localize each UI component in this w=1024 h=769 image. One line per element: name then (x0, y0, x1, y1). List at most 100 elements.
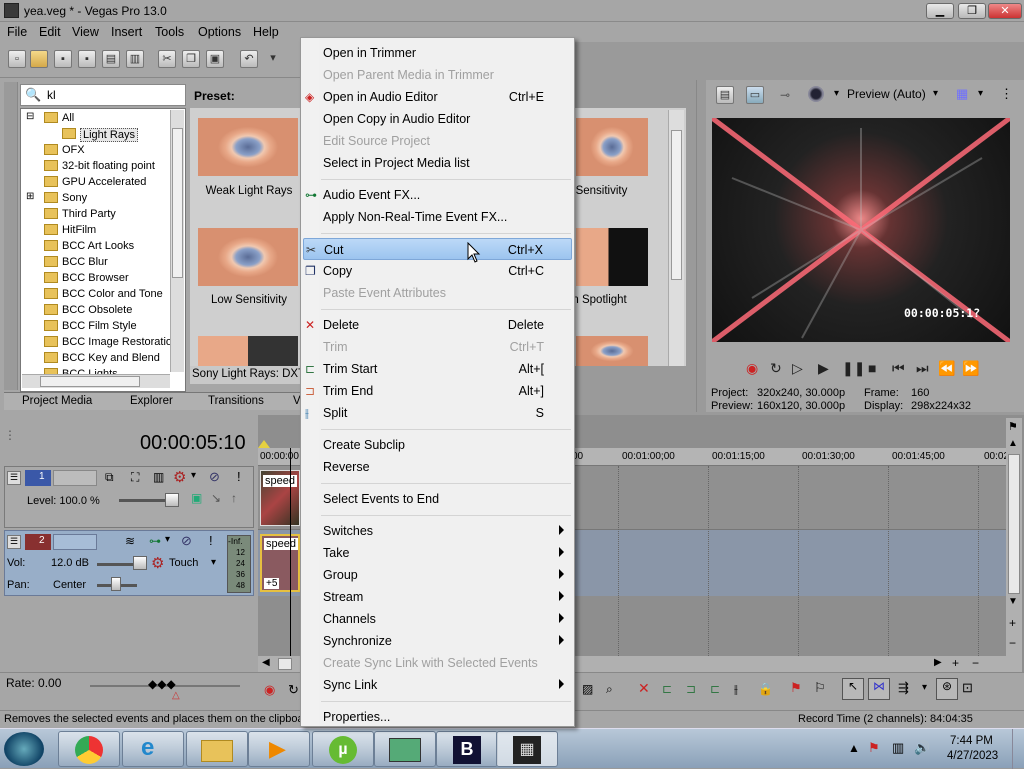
parent-track-icon[interactable]: ▣ (191, 491, 202, 505)
pause-icon[interactable]: ❚❚ (842, 360, 865, 377)
menu-options[interactable]: Options (198, 25, 241, 39)
tab-project-media[interactable]: Project Media (22, 395, 92, 407)
plugin-search-field[interactable]: 🔍 kl (20, 84, 186, 106)
panel-grip[interactable] (4, 82, 18, 390)
delete-tool-icon[interactable]: ✕ (638, 680, 650, 697)
preset-thumb-low-sensitivity[interactable] (198, 228, 298, 286)
automation-mode[interactable]: Touch (169, 557, 198, 569)
taskbar-app-icon[interactable] (374, 731, 436, 767)
timeline-loop-icon[interactable]: ↻ (288, 682, 299, 698)
undo-dropdown-icon[interactable]: ▾ (264, 50, 282, 68)
zoom-in-time-icon[interactable]: + (952, 656, 959, 670)
close-button[interactable]: ✕ (988, 3, 1022, 19)
menu-item-open-in-trimmer[interactable]: Open in Trimmer (303, 42, 572, 64)
tray-show-hidden-icon[interactable]: ▲ (848, 741, 860, 755)
menu-item-sync-link[interactable]: Sync Link (303, 674, 572, 696)
taskbar-ie-icon[interactable]: e (122, 731, 184, 767)
properties-icon[interactable]: ▥ (126, 50, 144, 68)
tree-item[interactable]: BCC Key and Blend (22, 350, 172, 366)
zoom-out-vertical-icon[interactable]: − (1009, 636, 1016, 650)
start-button-icon[interactable] (4, 732, 44, 766)
menu-item-audio-event-fx[interactable]: ⊶ Audio Event FX... (303, 184, 572, 206)
split-screen-icon[interactable]: ⊸ (780, 88, 790, 102)
preset-thumb-weak-light-rays[interactable] (198, 118, 298, 176)
menu-item-cut[interactable]: ✂ Cut Ctrl+X (303, 238, 572, 260)
next-frame-icon[interactable]: ⏩ (962, 360, 979, 377)
playhead-cursor[interactable] (290, 448, 291, 658)
preset-thumb-spotlight[interactable] (576, 228, 648, 286)
select-tool-icon[interactable]: ▨ (582, 682, 593, 696)
preset-scroll-thumb[interactable] (671, 130, 682, 280)
solo-icon[interactable]: ! (237, 469, 241, 484)
tree-item[interactable]: BCC Film Style (22, 318, 172, 334)
taskbar-vegas-icon[interactable]: ▦ (496, 731, 558, 767)
hscroll-left-icon[interactable]: ◀ (262, 657, 270, 668)
play-icon[interactable]: ▶ (818, 360, 829, 377)
tree-horizontal-scrollbar[interactable] (22, 374, 170, 388)
menu-item-select-in-project-media-list[interactable]: Select in Project Media list (303, 152, 572, 174)
menu-item-copy[interactable]: ❐ Copy Ctrl+C (303, 260, 572, 282)
menu-edit[interactable]: Edit (39, 25, 61, 39)
auto-crossfade-icon[interactable]: ⋈ (868, 678, 890, 700)
trim-start-tool-icon[interactable]: ⊐ (686, 682, 696, 696)
preview-grip[interactable] (696, 80, 706, 412)
cut-toolbar-icon[interactable]: ✂ (158, 50, 176, 68)
tree-item[interactable]: 32-bit floating point (22, 158, 172, 174)
stop-icon[interactable]: ■ (868, 360, 876, 376)
taskbar-boris-icon[interactable]: B (436, 731, 498, 767)
menu-item-group[interactable]: Group (303, 564, 572, 586)
open-folder-icon[interactable] (30, 50, 48, 68)
taskbar-explorer-icon[interactable] (186, 731, 248, 767)
taskbar-chrome-icon[interactable] (58, 731, 120, 767)
audio-track-name-field[interactable] (53, 534, 97, 550)
preview-menu-icon[interactable]: ⋮ (1000, 86, 1013, 102)
zoom-out-time-icon[interactable]: − (972, 656, 979, 670)
menu-item-split[interactable]: ⫲ Split S (303, 402, 572, 424)
tab-transitions[interactable]: Transitions (208, 395, 264, 407)
tree-item[interactable]: BCC Blur (22, 254, 172, 270)
vscroll-thumb[interactable] (1008, 454, 1020, 594)
ripple-dropdown-icon[interactable]: ▾ (922, 682, 927, 693)
tree-item[interactable]: BCC Obsolete (22, 302, 172, 318)
menu-item-open-copy-in-audio-editor[interactable]: Open Copy in Audio Editor (303, 108, 572, 130)
menu-item-reverse[interactable]: Reverse (303, 456, 572, 478)
scroll-up-icon[interactable]: ▲ (1008, 438, 1018, 449)
menu-item-stream[interactable]: Stream (303, 586, 572, 608)
undo-icon[interactable]: ↶ (240, 50, 258, 68)
tree-item[interactable]: Light Rays (22, 126, 172, 142)
audio-solo-icon[interactable]: ! (209, 533, 213, 548)
tree-item[interactable]: OFX (22, 142, 172, 158)
track-motion-icon[interactable]: ⛶ (131, 470, 139, 485)
menu-item-take[interactable]: Take (303, 542, 572, 564)
tray-action-center-icon[interactable]: ⚑ (868, 740, 880, 756)
tree-item[interactable]: Third Party (22, 206, 172, 222)
lock-tool-icon[interactable]: 🔒 (758, 682, 773, 696)
tree-expander-icon[interactable]: ⊞ (26, 191, 34, 202)
preset-scrollbar[interactable] (668, 110, 684, 366)
make-compositing-child-icon[interactable]: ↘ (211, 491, 221, 505)
menu-item-apply-non-real-time-event-fx[interactable]: Apply Non-Real-Time Event FX... (303, 206, 572, 228)
track-fx-icon[interactable]: ▥ (153, 470, 164, 484)
menu-item-open-in-audio-editor[interactable]: ◈ Open in Audio Editor Ctrl+E (303, 86, 572, 108)
tree-item[interactable]: ⊞ Sony (22, 190, 172, 206)
mute-icon[interactable]: ⊘ (209, 469, 220, 485)
minimize-button[interactable]: ▁ (926, 3, 954, 19)
taskbar-utorrent-icon[interactable]: µ (312, 731, 374, 767)
track-settings-gear-icon[interactable]: ⚙ (173, 468, 186, 486)
tree-item[interactable]: BCC Image Restoratio (22, 334, 172, 350)
previous-frame-icon[interactable]: ⏪ (938, 360, 955, 377)
lock-envelopes-icon[interactable]: ⊛ (936, 678, 958, 700)
loop-icon[interactable]: ↻ (770, 360, 782, 377)
play-from-start-icon[interactable]: ▷ (792, 360, 803, 377)
copy-toolbar-icon[interactable]: ❐ (182, 50, 200, 68)
timeline-record-icon[interactable]: ◉ (264, 682, 275, 698)
pan-slider-thumb[interactable] (111, 577, 121, 591)
show-desktop-button[interactable] (1012, 729, 1024, 769)
grid-dropdown-icon[interactable]: ▾ (978, 88, 983, 99)
preview-quality-dropdown[interactable]: Preview (Auto) (847, 87, 926, 101)
tab-explorer[interactable]: Explorer (130, 395, 173, 407)
menu-item-synchronize[interactable]: Synchronize (303, 630, 572, 652)
hscroll-thumb[interactable] (278, 658, 292, 670)
tree-vertical-scrollbar[interactable] (170, 110, 184, 372)
new-project-icon[interactable]: ▫ (8, 50, 26, 68)
